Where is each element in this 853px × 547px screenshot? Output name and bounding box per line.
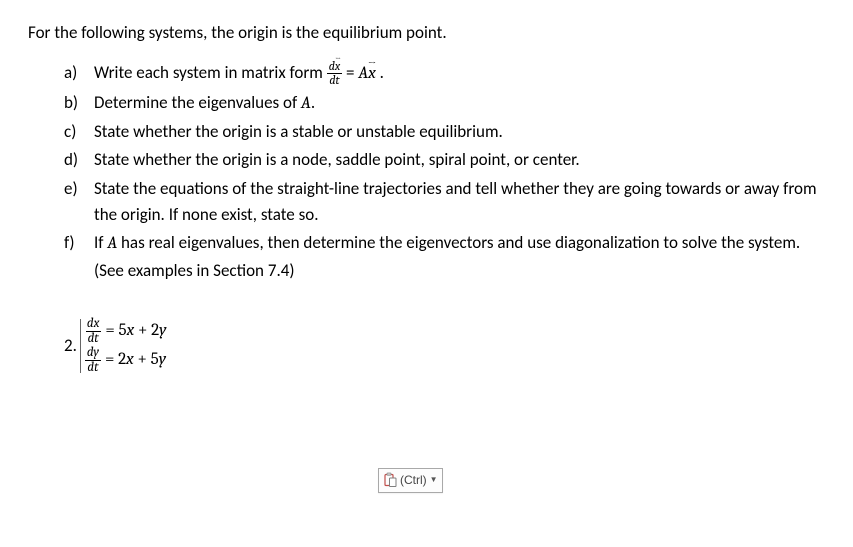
parts-list: a) Write each system in matrix form dxdt…	[64, 60, 825, 284]
matrix-form-eq: =	[342, 62, 358, 83]
equation-1: dx dt = 5x + 2y	[85, 317, 167, 345]
eq1-lhs: dx dt	[85, 317, 101, 345]
intro-text: For the following systems, the origin is…	[28, 20, 825, 46]
eq2-rhs: = 2x + 5y	[105, 349, 166, 371]
text-cursor	[80, 319, 81, 373]
part-f-label: f)	[64, 230, 94, 284]
part-c-text: State whether the origin is a stable or …	[94, 119, 825, 145]
part-e-text: State the equations of the straight-line…	[94, 176, 825, 229]
problem-2: 2. dx dt = 5x + 2y dy dt = 2x + 5y	[64, 316, 825, 376]
part-d: d) State whether the origin is a node, s…	[64, 147, 825, 173]
part-a-label: a)	[64, 60, 94, 87]
equation-2: dy dt = 2x + 5y	[85, 346, 167, 374]
part-d-text: State whether the origin is a node, sadd…	[94, 147, 825, 173]
eq2-lhs: dy dt	[85, 346, 101, 374]
part-e: e) State the equations of the straight-l…	[64, 176, 825, 229]
clipboard-icon	[382, 472, 398, 488]
paste-options-button[interactable]: (Ctrl) ▼	[378, 468, 443, 493]
part-a: a) Write each system in matrix form dxdt…	[64, 60, 825, 87]
matrix-form-fraction: dxdt	[327, 60, 343, 86]
matrix-form-x: x	[368, 61, 376, 87]
part-a-pre: Write each system in matrix form	[94, 62, 327, 83]
part-f-text: If A has real eigenvalues, then determin…	[94, 230, 825, 284]
part-d-label: d)	[64, 147, 94, 173]
part-b: b) Determine the eigenvalues of A.	[64, 90, 825, 117]
problem-number: 2.	[64, 333, 77, 359]
part-c: c) State whether the origin is a stable …	[64, 119, 825, 145]
part-a-text: Write each system in matrix form dxdt = …	[94, 60, 825, 87]
matrix-form-A: A	[358, 64, 368, 83]
part-f: f) If A has real eigenvalues, then deter…	[64, 230, 825, 284]
chevron-down-icon: ▼	[430, 474, 438, 486]
paste-options-label: (Ctrl)	[400, 471, 427, 490]
part-c-label: c)	[64, 119, 94, 145]
part-e-label: e)	[64, 176, 94, 229]
part-b-text: Determine the eigenvalues of A.	[94, 90, 825, 117]
part-b-label: b)	[64, 90, 94, 117]
eq1-rhs: = 5x + 2y	[105, 320, 166, 342]
part-a-post: .	[376, 62, 384, 83]
equation-system: dx dt = 5x + 2y dy dt = 2x + 5y	[85, 316, 167, 376]
